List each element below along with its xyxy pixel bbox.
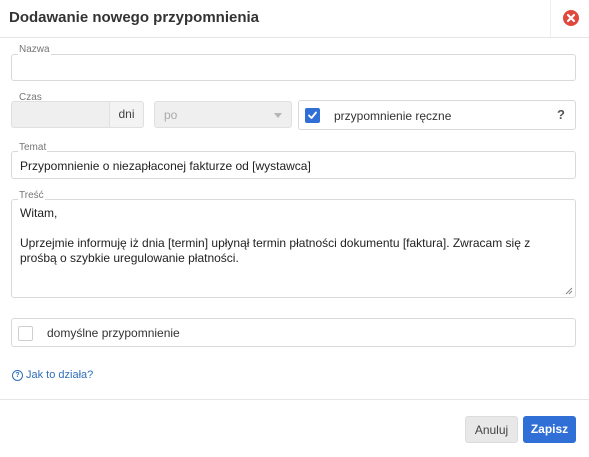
time-direction-select[interactable]: po <box>154 101 292 128</box>
save-button[interactable]: Zapisz <box>523 416 576 443</box>
dialog-title: Dodawanie nowego przypomnienia <box>9 9 260 26</box>
body-label: Treść <box>18 190 45 201</box>
body-field[interactable]: Witam, Uprzejmie informuję iż dnia [term… <box>11 199 576 298</box>
select-value: po <box>164 108 178 122</box>
help-question-icon[interactable]: ? <box>557 107 565 122</box>
default-reminder-label: domyślne przypomnienie <box>47 326 180 340</box>
name-label: Nazwa <box>18 44 51 55</box>
name-input[interactable] <box>20 60 564 76</box>
subject-field[interactable]: Przypomnienie o niezapłaconej fakturze o… <box>11 151 576 179</box>
default-reminder-row[interactable]: domyślne przypomnienie <box>11 318 576 347</box>
resize-grip-icon[interactable] <box>565 287 573 295</box>
how-it-works-label: Jak to działa? <box>26 369 94 381</box>
time-unit: dni <box>109 101 144 128</box>
time-label: Czas <box>19 92 42 103</box>
subject-label: Temat <box>18 142 48 153</box>
question-circle-icon: ? <box>12 370 23 381</box>
dialog-footer: Anuluj Zapisz <box>0 399 589 457</box>
close-area <box>550 0 589 37</box>
manual-reminder-row[interactable]: przypomnienie ręczne ? <box>298 100 576 130</box>
name-field[interactable] <box>11 54 576 81</box>
dialog-header: Dodawanie nowego przypomnienia <box>0 0 589 38</box>
manual-reminder-label: przypomnienie ręczne <box>334 109 452 123</box>
manual-reminder-checkbox[interactable] <box>305 108 320 123</box>
subject-input[interactable]: Przypomnienie o niezapłaconej fakturze o… <box>20 159 311 173</box>
time-input[interactable] <box>11 101 109 128</box>
close-icon[interactable] <box>563 10 579 26</box>
body-textarea[interactable]: Witam, Uprzejmie informuję iż dnia [term… <box>20 206 568 266</box>
chevron-down-icon <box>274 113 282 118</box>
cancel-button[interactable]: Anuluj <box>465 416 518 443</box>
default-reminder-checkbox[interactable] <box>18 326 33 341</box>
reminder-dialog: Dodawanie nowego przypomnienia Nazwa Cza… <box>0 0 589 457</box>
how-it-works-link[interactable]: ? Jak to działa? <box>12 369 93 381</box>
